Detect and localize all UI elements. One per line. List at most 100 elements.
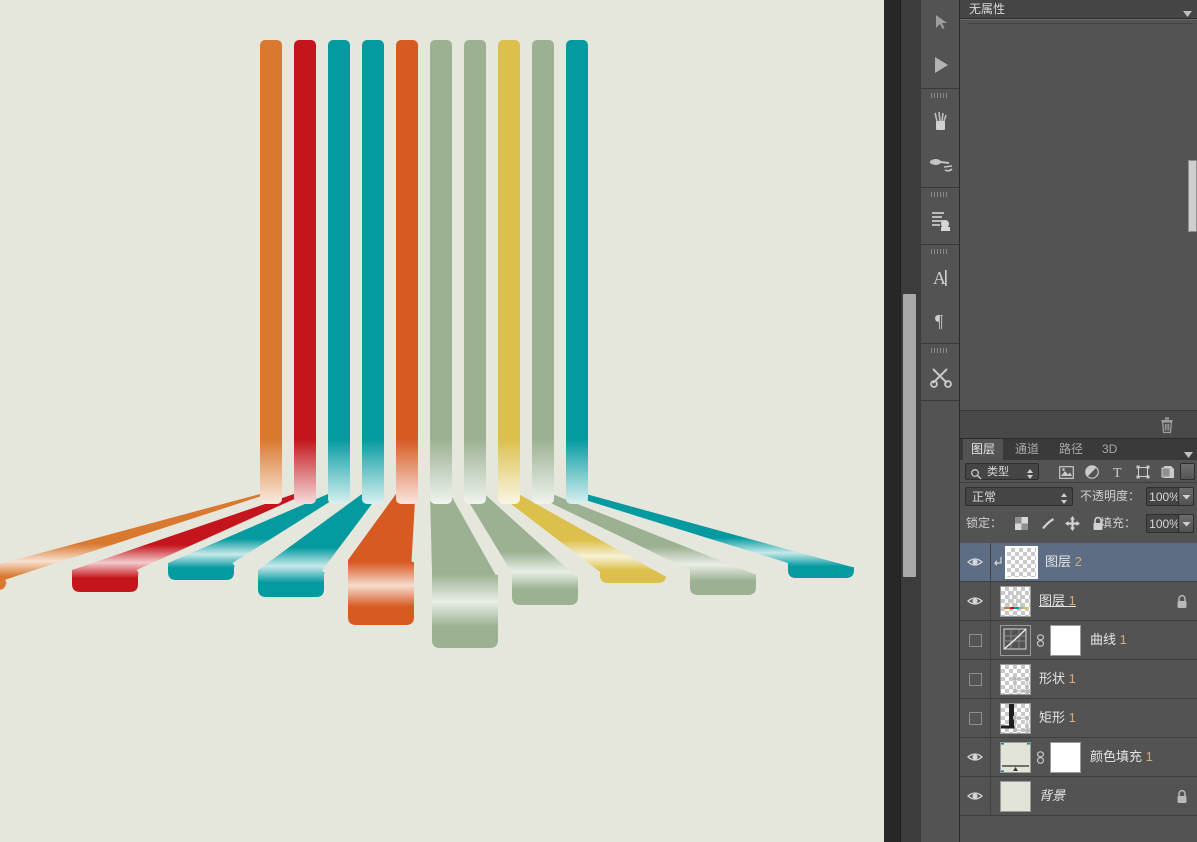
layer-thumbnail[interactable] <box>1000 781 1031 812</box>
layer-locked-icon[interactable] <box>1176 594 1188 614</box>
lock-position-icon[interactable] <box>1064 515 1081 531</box>
eye-visible-icon[interactable] <box>960 582 991 620</box>
fill-value: 100% <box>1147 515 1182 534</box>
filter-kind-select[interactable]: 类型 <box>965 463 1039 480</box>
tab-layers[interactable]: 图层 <box>963 439 1003 460</box>
filter-pixel-icon[interactable] <box>1057 464 1075 480</box>
layer-name-index: 1 <box>1069 593 1076 608</box>
filter-smartobject-icon[interactable] <box>1159 464 1177 480</box>
layer-row[interactable]: 图层 2 <box>960 543 1197 582</box>
link-mask-icon[interactable] <box>1036 751 1045 767</box>
properties-footer <box>960 410 1197 438</box>
tab-channels[interactable]: 通道 <box>1007 439 1047 460</box>
rail-group-3 <box>921 188 959 245</box>
svg-text:A: A <box>933 268 946 288</box>
layer-name[interactable]: 颜色填充 1 <box>1090 738 1153 776</box>
play-triangle-icon[interactable] <box>921 44 960 86</box>
chevron-down-icon[interactable] <box>1178 487 1194 506</box>
vertical-scrollbar-thumb[interactable] <box>903 294 916 577</box>
properties-scrollbar[interactable] <box>1188 160 1197 232</box>
filter-shape-icon[interactable] <box>1134 464 1152 480</box>
layer-row[interactable]: 图层 1 <box>960 582 1197 621</box>
eye-hidden-checkbox[interactable] <box>960 621 991 659</box>
layer-name-base: 颜色填充 <box>1090 749 1142 764</box>
rail-group-4: A ¶ <box>921 245 959 344</box>
layer-name-base: 图层 <box>1045 554 1071 569</box>
paragraph-icon[interactable]: ¶ <box>921 299 960 341</box>
layer-row[interactable]: 曲线 1 <box>960 621 1197 660</box>
layer-name[interactable]: 图层 2 <box>1045 543 1082 581</box>
layer-name[interactable]: 背景 <box>1039 777 1065 815</box>
delete-icon[interactable] <box>1159 416 1175 439</box>
lock-transparent-pixels-icon[interactable] <box>1013 515 1030 531</box>
filter-type-icon[interactable]: T <box>1109 464 1127 480</box>
layer-name[interactable]: 形状 1 <box>1039 660 1076 698</box>
fill-label: 填充： <box>1100 510 1136 536</box>
layer-list: 图层 2图层 1曲线 1形状 1矩形 1颜色填充 1背景 <box>960 543 1197 842</box>
layer-name-base: 形状 <box>1039 671 1065 686</box>
properties-tabbar: 无属性 <box>960 0 1197 19</box>
layer-row[interactable]: 矩形 1 <box>960 699 1197 738</box>
brushes-icon[interactable] <box>921 101 960 143</box>
eye-visible-icon[interactable] <box>960 777 991 815</box>
rail-group-2 <box>921 89 959 188</box>
layer-name[interactable]: 曲线 1 <box>1090 621 1127 659</box>
properties-body <box>960 19 1197 410</box>
stepper-updown-icon[interactable] <box>1060 492 1068 510</box>
lock-label: 锁定： <box>966 510 1002 536</box>
layer-filter-row: 类型 <box>960 460 1197 483</box>
character-type-icon[interactable]: A <box>921 257 960 299</box>
layer-thumbnail[interactable] <box>1000 586 1031 617</box>
chevron-down-icon[interactable] <box>1178 514 1194 533</box>
layer-locked-icon[interactable] <box>1176 789 1188 809</box>
properties-panel: 无属性 <box>960 0 1197 438</box>
opacity-label: 不透明度： <box>1080 483 1140 510</box>
filter-kind-value: 类型 <box>987 464 1009 481</box>
layer-name-base: 矩形 <box>1039 710 1065 725</box>
layer-name-index: 2 <box>1075 554 1082 569</box>
tool-presets-scissors-icon[interactable] <box>921 356 960 398</box>
brush-presets-icon[interactable] <box>921 143 960 185</box>
eye-hidden-checkbox[interactable] <box>960 660 991 698</box>
document-canvas[interactable] <box>0 0 884 842</box>
layer-thumbnail[interactable] <box>1006 547 1037 578</box>
layer-thumbnail[interactable] <box>1000 625 1031 656</box>
rail-group-5 <box>921 344 959 401</box>
eye-visible-icon[interactable] <box>960 543 991 581</box>
layer-name-index: 1 <box>1069 710 1076 725</box>
layer-name-base: 曲线 <box>1090 632 1116 647</box>
filter-adjustment-icon[interactable] <box>1083 464 1101 480</box>
layer-name[interactable]: 矩形 1 <box>1039 699 1076 737</box>
blend-mode-select[interactable]: 正常 <box>965 487 1073 506</box>
arrow-cursor-icon[interactable] <box>921 2 960 44</box>
layer-name-index: 1 <box>1069 671 1076 686</box>
layer-thumbnail[interactable] <box>1000 742 1031 773</box>
layer-thumbnail[interactable] <box>1000 703 1031 734</box>
tool-options-rail: A ¶ <box>921 0 960 842</box>
eye-hidden-checkbox[interactable] <box>960 699 991 737</box>
properties-title: 无属性 <box>969 0 1005 19</box>
lock-image-pixels-icon[interactable] <box>1039 515 1056 531</box>
link-mask-icon[interactable] <box>1036 634 1045 650</box>
layer-mask-thumbnail[interactable] <box>1050 742 1081 773</box>
layer-mask-thumbnail[interactable] <box>1050 625 1081 656</box>
layer-row[interactable]: 形状 1 <box>960 660 1197 699</box>
layer-row[interactable]: 背景 <box>960 777 1197 816</box>
layer-thumbnail[interactable] <box>1000 664 1031 695</box>
blend-mode-row: 正常 不透明度： 100% <box>960 483 1197 510</box>
rail-group-1 <box>921 0 959 89</box>
artwork-graphic <box>0 0 884 842</box>
eye-visible-icon[interactable] <box>960 738 991 776</box>
adjustments-icon[interactable] <box>921 200 960 242</box>
opacity-value: 100% <box>1147 488 1182 507</box>
lock-row: 锁定： <box>960 510 1197 536</box>
clipping-mask-arrow-icon <box>994 556 1003 571</box>
tab-3d[interactable]: 3D <box>1094 439 1125 460</box>
filter-power-toggle-icon[interactable] <box>1180 463 1195 480</box>
tab-paths[interactable]: 路径 <box>1051 439 1091 460</box>
layer-row[interactable]: 颜色填充 1 <box>960 738 1197 777</box>
layer-name[interactable]: 图层 1 <box>1039 582 1076 620</box>
layer-name-index: 1 <box>1120 632 1127 647</box>
divider <box>968 23 1193 24</box>
photoshop-window: A ¶ 无属性 <box>0 0 1197 842</box>
